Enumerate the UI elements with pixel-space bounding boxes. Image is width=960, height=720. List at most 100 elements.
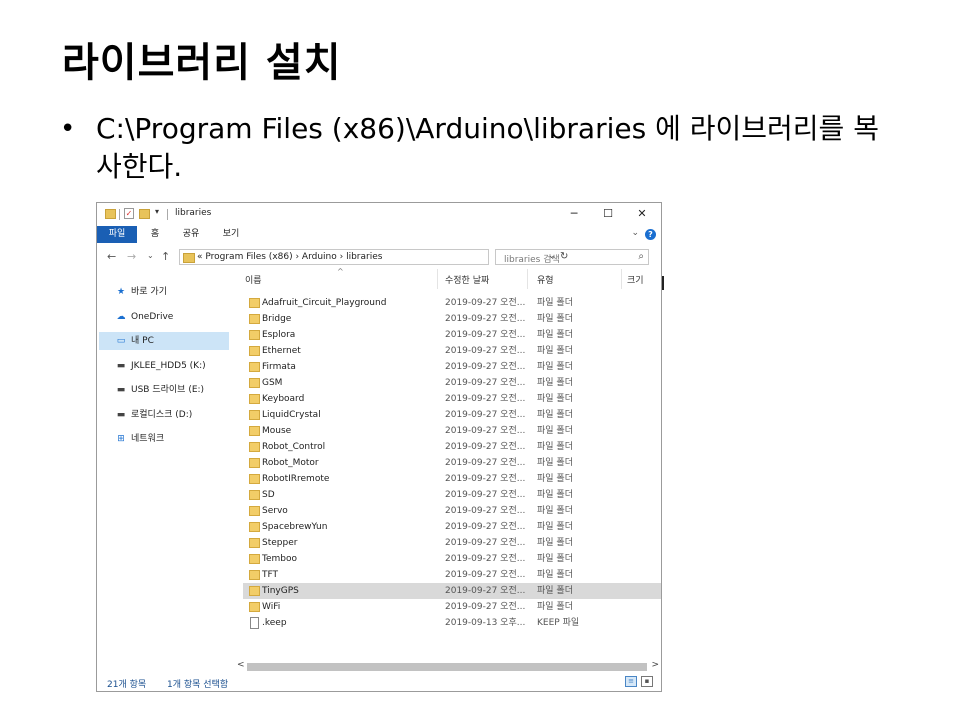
nav-item-drive-d[interactable]: ▬ 로컬디스크 (D:) (99, 406, 229, 424)
search-placeholder: libraries 검색 (504, 255, 560, 265)
nav-item-label: JKLEE_HDD5 (K:) (131, 361, 206, 371)
table-row[interactable]: Robot_Motor 2019-09-27 오전... 파일 폴더 (243, 455, 661, 471)
file-list: 이름 ^ 수정한 날짜 유형 크기 Adafruit_Circuit_Playg… (237, 267, 662, 661)
table-row[interactable]: SD 2019-09-27 오전... 파일 폴더 (243, 487, 661, 503)
table-row[interactable]: Robot_Control 2019-09-27 오전... 파일 폴더 (243, 439, 661, 455)
file-type: KEEP 파일 (537, 618, 580, 628)
table-row[interactable]: TFT 2019-09-27 오전... 파일 폴더 (243, 567, 661, 583)
expand-ribbon-icon[interactable]: ⌄ (631, 228, 639, 238)
back-arrow-icon[interactable]: ← (107, 250, 116, 263)
scroll-left-icon[interactable]: < (237, 660, 245, 670)
table-row[interactable]: Ethernet 2019-09-27 오전... 파일 폴더 (243, 343, 661, 359)
network-icon: ⊞ (117, 434, 125, 444)
nav-item-quick-access[interactable]: ★ 바로 가기 (99, 283, 229, 301)
recent-locations-chevron-icon[interactable]: ⌄ (147, 251, 154, 260)
table-row[interactable]: Stepper 2019-09-27 오전... 파일 폴더 (243, 535, 661, 551)
tab-file[interactable]: 파일 (97, 226, 137, 243)
table-row[interactable]: Adafruit_Circuit_Playground 2019-09-27 오전… (243, 295, 661, 311)
table-row[interactable]: .keep 2019-09-13 오후... KEEP 파일 (243, 615, 661, 631)
address-bar[interactable]: « Program Files (x86) › Arduino › librar… (179, 249, 568, 265)
up-arrow-icon[interactable]: ↑ (161, 250, 170, 263)
column-header-type[interactable]: 유형 (537, 273, 554, 286)
table-row[interactable]: Firmata 2019-09-27 오전... 파일 폴더 (243, 359, 661, 375)
table-row[interactable]: TinyGPS 2019-09-27 오전... 파일 폴더 (243, 583, 661, 599)
tab-view[interactable]: 보기 (213, 226, 249, 243)
column-header-size[interactable]: 크기 (627, 273, 644, 286)
file-type: 파일 폴더 (537, 474, 573, 484)
nav-item-network[interactable]: ⊞ 네트워크 (99, 430, 229, 448)
search-input[interactable]: libraries 검색 ⌕ (495, 249, 649, 265)
nav-item-drive-k[interactable]: ▬ JKLEE_HDD5 (K:) (99, 357, 229, 375)
column-header-name[interactable]: 이름 (245, 273, 262, 286)
file-date: 2019-09-13 오후... (445, 618, 526, 628)
table-row[interactable]: SpacebrewYun 2019-09-27 오전... 파일 폴더 (243, 519, 661, 535)
nav-item-label: 바로 가기 (131, 287, 167, 297)
column-divider[interactable] (527, 269, 528, 289)
column-divider[interactable] (437, 269, 438, 289)
tab-share[interactable]: 공유 (175, 226, 207, 243)
address-path[interactable]: « Program Files (x86) › Arduino › librar… (197, 252, 382, 262)
table-row[interactable]: GSM 2019-09-27 오전... 파일 폴더 (243, 375, 661, 391)
folder-icon (249, 490, 260, 500)
help-icon[interactable]: ? (645, 229, 656, 240)
column-header-date[interactable]: 수정한 날짜 (445, 273, 489, 286)
folder-icon (249, 394, 260, 404)
file-type: 파일 폴더 (537, 394, 573, 404)
title-bar: ✓ ▾ libraries ─ ☐ ✕ (97, 203, 661, 225)
properties-check-icon[interactable]: ✓ (124, 208, 134, 219)
file-type: 파일 폴더 (537, 522, 573, 532)
table-row[interactable]: RobotIRremote 2019-09-27 오전... 파일 폴더 (243, 471, 661, 487)
file-type: 파일 폴더 (537, 570, 573, 580)
file-name: Mouse (262, 426, 292, 436)
file-name: Esplora (262, 330, 296, 340)
nav-item-label: USB 드라이브 (E:) (131, 385, 205, 395)
file-name: LiquidCrystal (262, 410, 321, 420)
window-title: libraries (175, 208, 212, 218)
scrollbar-thumb[interactable] (247, 663, 647, 671)
table-row[interactable]: Mouse 2019-09-27 오전... 파일 폴더 (243, 423, 661, 439)
details-view-icon[interactable]: ≡ (625, 676, 637, 687)
bullet-text: C:\Program Files (x86)\Arduino\libraries… (96, 112, 879, 183)
minimize-button[interactable]: ─ (559, 206, 589, 222)
nav-item-label: 네트워크 (131, 434, 165, 444)
table-row[interactable]: WiFi 2019-09-27 오전... 파일 폴더 (243, 599, 661, 615)
file-date: 2019-09-27 오전... (445, 554, 526, 564)
table-row[interactable]: Keyboard 2019-09-27 오전... 파일 폴더 (243, 391, 661, 407)
file-type: 파일 폴더 (537, 538, 573, 548)
file-date: 2019-09-27 오전... (445, 586, 526, 596)
horizontal-scrollbar[interactable]: < > (237, 660, 661, 673)
drive-icon: ▬ (116, 361, 126, 371)
nav-item-label: 내 PC (131, 336, 154, 346)
forward-arrow-icon[interactable]: → (127, 250, 136, 263)
file-date: 2019-09-27 오전... (445, 410, 526, 420)
file-name: GSM (262, 378, 283, 388)
file-name: .keep (262, 618, 287, 628)
nav-item-this-pc[interactable]: ▭ 내 PC (99, 332, 229, 350)
column-divider[interactable] (621, 269, 622, 289)
file-date: 2019-09-27 오전... (445, 378, 526, 388)
scroll-right-icon[interactable]: > (651, 660, 659, 670)
maximize-button[interactable]: ☐ (593, 206, 623, 222)
file-type: 파일 폴더 (537, 346, 573, 356)
file-date: 2019-09-27 오전... (445, 362, 526, 372)
address-row: ← → ⌄ ↑ « Program Files (x86) › Arduino … (97, 247, 661, 267)
nav-item-label: 로컬디스크 (D:) (131, 410, 193, 420)
tab-home[interactable]: 홈 (141, 226, 169, 243)
file-name: TFT (262, 570, 279, 580)
new-folder-icon[interactable] (139, 209, 150, 219)
table-row[interactable]: Esplora 2019-09-27 오전... 파일 폴더 (243, 327, 661, 343)
file-type: 파일 폴더 (537, 298, 573, 308)
customize-toolbar-arrow-icon[interactable]: ▾ (155, 207, 159, 219)
drive-icon: ▬ (116, 410, 126, 420)
close-button[interactable]: ✕ (627, 206, 657, 222)
file-date: 2019-09-27 오전... (445, 330, 526, 340)
nav-item-onedrive[interactable]: ☁ OneDrive (99, 308, 229, 326)
table-row[interactable]: LiquidCrystal 2019-09-27 오전... 파일 폴더 (243, 407, 661, 423)
nav-item-drive-e[interactable]: ▬ USB 드라이브 (E:) (99, 381, 229, 399)
table-row[interactable]: Servo 2019-09-27 오전... 파일 폴더 (243, 503, 661, 519)
quick-access-divider (119, 209, 120, 220)
folder-icon (249, 506, 260, 516)
table-row[interactable]: Temboo 2019-09-27 오전... 파일 폴더 (243, 551, 661, 567)
table-row[interactable]: Bridge 2019-09-27 오전... 파일 폴더 (243, 311, 661, 327)
large-icons-view-icon[interactable]: ▪ (641, 676, 653, 687)
